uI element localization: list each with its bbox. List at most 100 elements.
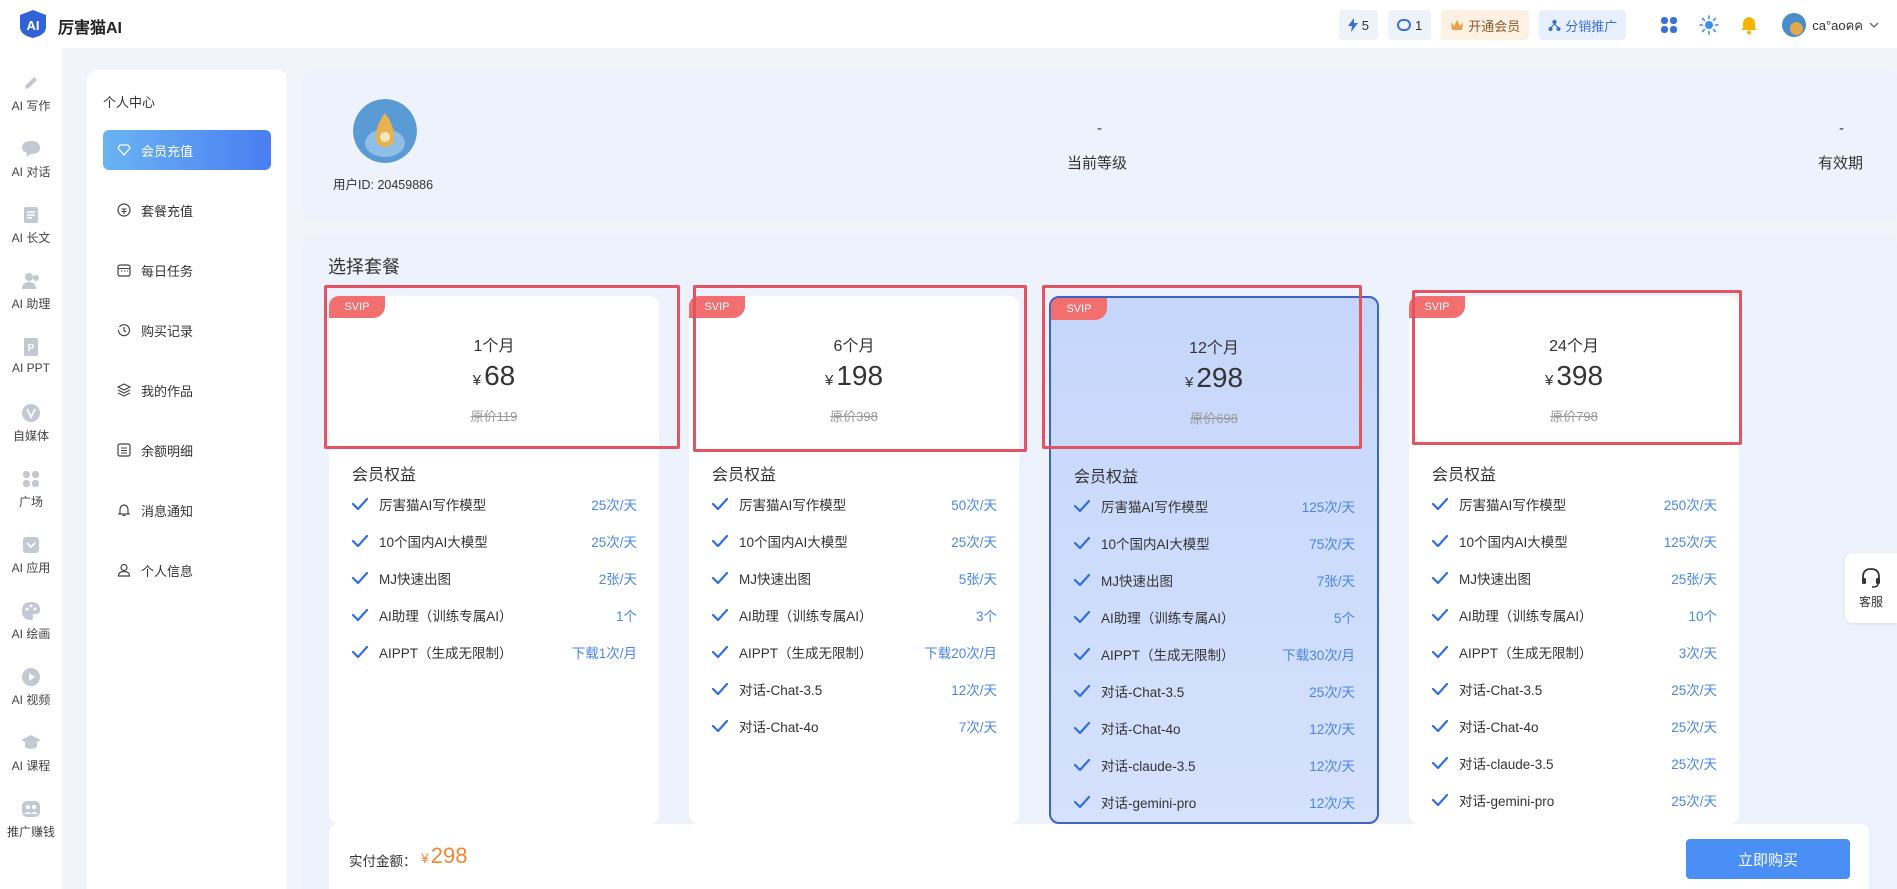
apps-button[interactable] (1654, 10, 1684, 40)
user-icon (117, 563, 131, 577)
benefit-value: 7张/天 (1316, 574, 1355, 589)
benefit-row: MJ快速出图 7张/天 (1074, 570, 1355, 590)
menu-item-membership-recharge[interactable]: 会员充值 (103, 130, 271, 170)
nav-ai-assistant[interactable]: AI 助理 (0, 268, 62, 328)
nav-self-media[interactable]: 自媒体 (0, 400, 62, 460)
palette-icon (20, 600, 42, 622)
left-nav: AI 写作 AI 对话 AI 长文 AI 助理 P AI PPT 自媒体 广场 … (0, 48, 62, 889)
benefit-value: 10个 (1688, 609, 1717, 624)
history-icon (117, 324, 131, 337)
nav-ai-apps[interactable]: AI 应用 (0, 532, 62, 592)
benefit-row: 对话-gemini-pro 25次/天 (1432, 790, 1717, 810)
benefit-value: 12次/天 (1309, 796, 1355, 811)
benefit-row: 厉害猫AI写作模型 25次/天 (352, 494, 637, 514)
benefit-row: 厉害猫AI写作模型 125次/天 (1074, 496, 1355, 516)
play-icon (20, 666, 42, 688)
benefit-row: 对话-Chat-4o 25次/天 (1432, 716, 1717, 736)
ppt-icon: P (20, 336, 42, 358)
chevron-down-icon (1869, 22, 1879, 28)
check-icon (352, 643, 370, 661)
package-card[interactable]: SVIP 12个月 ¥298 原价698 会员权益 厉害猫AI写作模型 125次/天 10个国… (1049, 296, 1379, 824)
benefit-name: 对话-claude-3.5 (1101, 759, 1196, 774)
benefit-name: AI助理（训练专属AI） (1101, 611, 1235, 626)
nav-ai-ppt[interactable]: P AI PPT (0, 334, 62, 394)
benefit-value: 7次/天 (958, 720, 997, 735)
check-icon (712, 532, 730, 550)
benefit-row: 对话-Chat-3.5 25次/天 (1074, 681, 1355, 701)
package-card[interactable]: SVIP 1个月 ¥68 原价119 会员权益 厉害猫AI写作模型 25次/天 10个国内AI… (329, 296, 659, 824)
menu-item-personal-info[interactable]: 个人信息 (103, 550, 271, 590)
currency-symbol: ¥ (421, 850, 429, 866)
menu-item-label: 会员充值 (141, 143, 194, 159)
nav-ai-longform[interactable]: AI 长文 (0, 202, 62, 262)
check-icon (1074, 608, 1092, 626)
benefit-row: 对话-Chat-4o 12次/天 (1074, 718, 1355, 738)
benefit-row: MJ快速出图 5张/天 (712, 568, 997, 588)
menu-item-package-recharge[interactable]: 套餐充值 (103, 190, 271, 230)
benefit-name: 10个国内AI大模型 (379, 535, 488, 550)
check-icon (712, 643, 730, 661)
nav-ai-painting[interactable]: AI 绘画 (0, 598, 62, 658)
app-icon (20, 534, 42, 556)
check-icon (712, 717, 730, 735)
menu-item-balance-details[interactable]: 余额明细 (103, 430, 271, 470)
benefit-name: 对话-claude-3.5 (1459, 757, 1554, 772)
benefit-row: 对话-gemini-pro 12次/天 (1074, 792, 1355, 812)
svg-text:P: P (28, 343, 35, 354)
benefit-name: MJ快速出图 (1101, 574, 1173, 589)
nav-ai-course[interactable]: AI 课程 (0, 730, 62, 790)
benefit-row: 厉害猫AI写作模型 50次/天 (712, 494, 997, 514)
benefit-name: MJ快速出图 (739, 572, 811, 587)
package-price-value: 198 (836, 360, 884, 391)
package-card[interactable]: SVIP 24个月 ¥398 原价798 会员权益 厉害猫AI写作模型 250次/天 10个国… (1409, 296, 1739, 824)
open-vip-label: 开通会员 (1468, 18, 1521, 34)
open-vip-button[interactable]: 开通会员 (1441, 10, 1530, 40)
benefit-name: AI助理（训练专属AI） (1459, 609, 1593, 624)
calendar-icon (117, 264, 131, 277)
svip-badge: SVIP (689, 296, 745, 318)
user-id: 用户ID: 20459886 (333, 178, 434, 192)
benefit-value: 25次/天 (1309, 685, 1355, 700)
menu-item-my-works[interactable]: 我的作品 (103, 370, 271, 410)
check-icon (712, 680, 730, 698)
benefits-title: 会员权益 (712, 467, 777, 484)
nav-ai-chat[interactable]: AI 对话 (0, 136, 62, 196)
benefit-value: 25次/天 (1671, 757, 1717, 772)
benefit-row: 对话-Chat-3.5 12次/天 (712, 679, 997, 699)
token-icon (1396, 19, 1411, 31)
payment-bar: 实付金额： ¥298 立即购买 (329, 824, 1869, 889)
nav-label: AI 课程 (11, 759, 51, 773)
menu-item-label: 消息通知 (141, 503, 194, 519)
energy-chip[interactable]: 5 (1338, 10, 1378, 40)
menu-item-daily-tasks[interactable]: 每日任务 (103, 250, 271, 290)
menu-item-notifications[interactable]: 消息通知 (103, 490, 271, 530)
benefit-name: 对话-gemini-pro (1101, 796, 1197, 811)
app-logo-icon[interactable]: AI (18, 9, 48, 39)
benefit-value: 5张/天 (958, 572, 997, 587)
benefit-name: AIPPT（生成无限制） (1459, 646, 1593, 661)
nav-ai-writing[interactable]: AI 写作 (0, 70, 62, 130)
user-menu[interactable]: ca°aoคค (1782, 13, 1879, 37)
check-icon (1074, 571, 1092, 589)
app-title[interactable]: 厉害猫AI (58, 14, 122, 38)
nav-ai-video[interactable]: AI 视频 (0, 664, 62, 724)
menu-item-purchase-history[interactable]: 购买记录 (103, 310, 271, 350)
original-price: 原价398 (830, 409, 878, 424)
grid-icon (20, 468, 42, 490)
token-chip[interactable]: 1 (1387, 10, 1432, 40)
user-avatar-large[interactable] (353, 99, 417, 163)
check-icon (712, 569, 730, 587)
original-price: 原价698 (1190, 411, 1238, 426)
package-card[interactable]: SVIP 6个月 ¥198 原价398 会员权益 厉害猫AI写作模型 50次/天 10个国内A… (689, 296, 1019, 824)
customer-service-button[interactable]: 客服 (1845, 553, 1897, 623)
nav-label: AI PPT (11, 361, 50, 375)
benefit-row: AIPPT（生成无限制） 下载1次/月 (352, 642, 637, 662)
notification-button[interactable] (1734, 10, 1764, 40)
distribution-button[interactable]: 分销推广 (1539, 10, 1627, 40)
nav-square[interactable]: 广场 (0, 466, 62, 526)
benefits-title: 会员权益 (352, 467, 417, 484)
nav-promote-earn[interactable]: 推广赚钱 (0, 796, 62, 856)
buy-now-button[interactable]: 立即购买 (1686, 839, 1850, 879)
package-price: ¥398 (1409, 360, 1739, 392)
theme-toggle-button[interactable] (1694, 10, 1724, 40)
